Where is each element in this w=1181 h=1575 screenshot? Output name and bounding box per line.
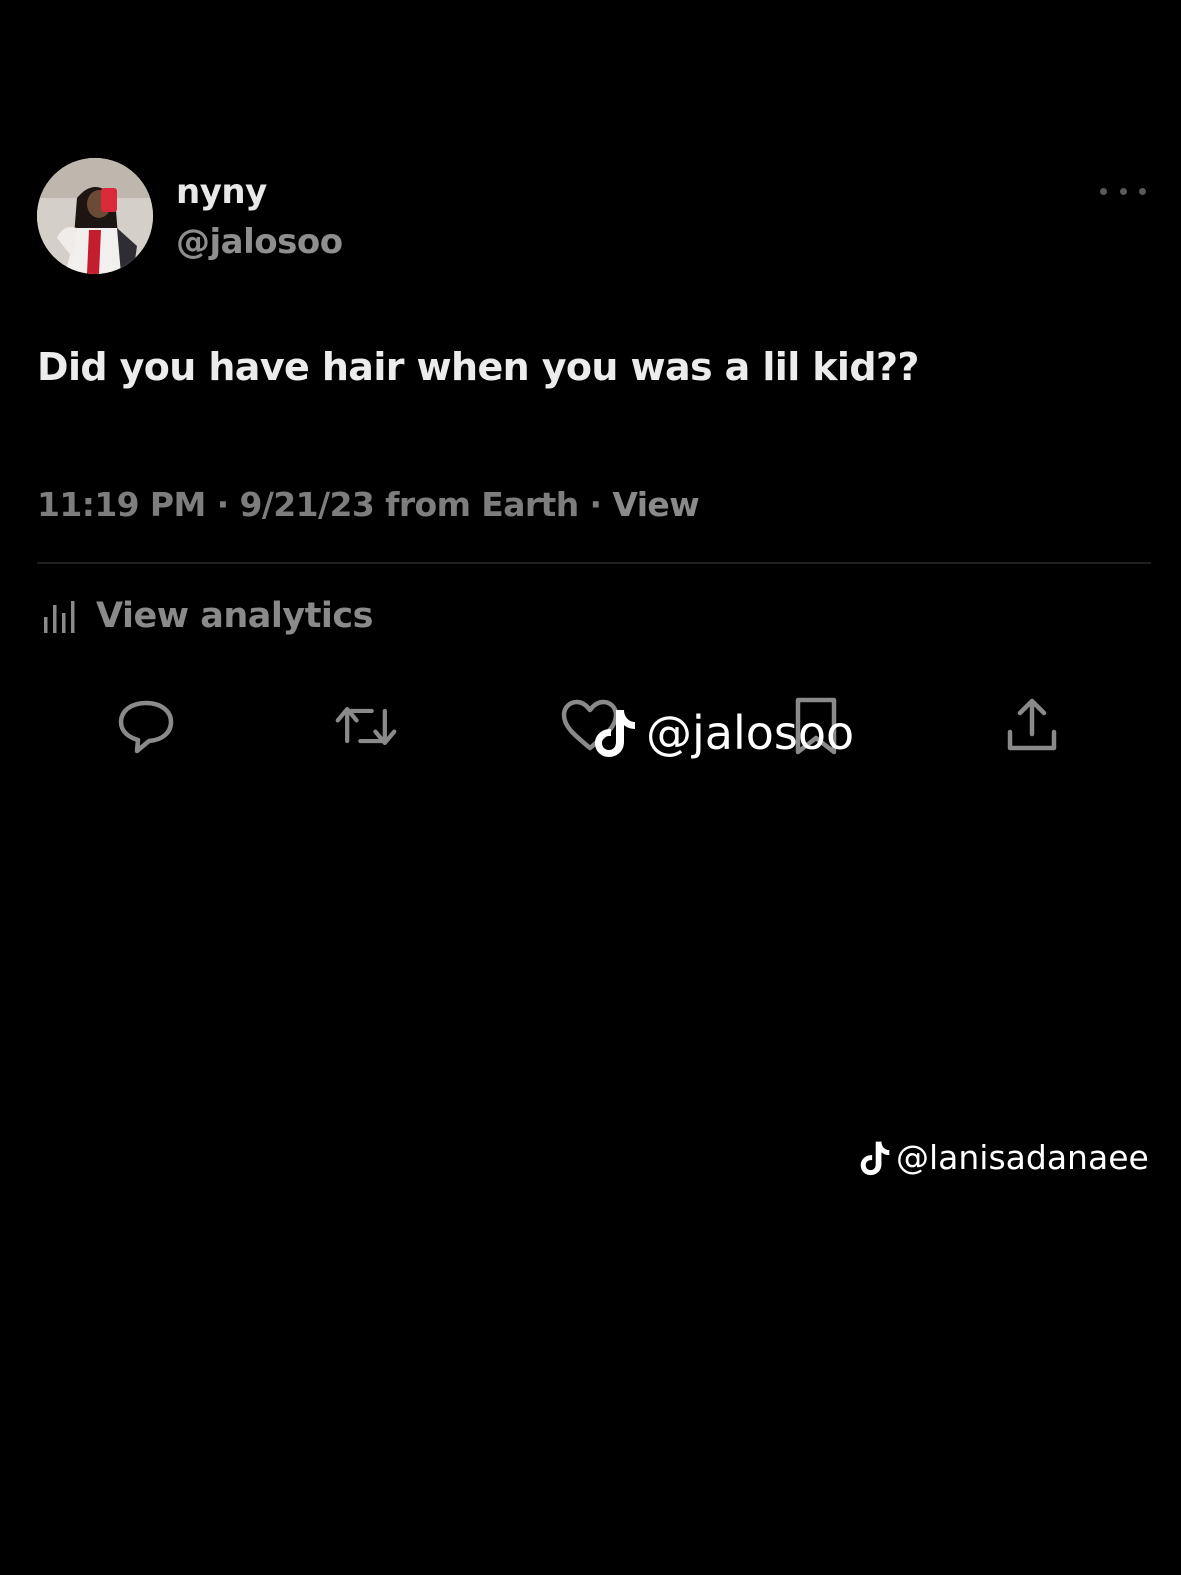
author-display-name[interactable]: nyny xyxy=(176,172,267,212)
analytics-bars-icon xyxy=(44,601,75,633)
reply-bubble-icon xyxy=(118,700,174,754)
more-dots-icon xyxy=(1100,187,1107,195)
watermark-center-handle: @jalosoo xyxy=(646,706,855,760)
tweet-time: 11:19 PM xyxy=(37,485,206,524)
reply-button[interactable] xyxy=(114,694,178,758)
share-button[interactable] xyxy=(1000,694,1064,758)
tiktok-logo-icon xyxy=(595,710,635,757)
retweet-icon xyxy=(335,706,397,746)
watermark-corner-handle: @lanisadanaee xyxy=(896,1138,1149,1177)
share-upload-icon xyxy=(1007,698,1057,751)
retweet-button[interactable] xyxy=(334,694,398,758)
avatar[interactable] xyxy=(37,158,153,274)
tiktok-logo-icon xyxy=(860,1141,890,1175)
tweet-text: Did you have hair when you was a lil kid… xyxy=(37,345,919,389)
view-analytics-link[interactable]: View analytics xyxy=(42,596,374,636)
more-options-button[interactable] xyxy=(1100,176,1146,206)
tweet-meta: 11:19 PM · 9/21/23 from Earth · View xyxy=(37,485,700,524)
view-analytics-label: View analytics xyxy=(96,596,374,636)
view-link[interactable]: View xyxy=(612,485,699,524)
tiktok-watermark-center: @jalosoo xyxy=(594,706,854,760)
tweet-source: from Earth xyxy=(385,485,579,524)
divider xyxy=(37,562,1151,564)
tiktok-watermark-corner: @lanisadanaee xyxy=(860,1138,1149,1177)
author-handle[interactable]: @jalosoo xyxy=(176,222,343,262)
tweet-date: 9/21/23 xyxy=(239,485,375,524)
avatar-photo xyxy=(37,158,153,274)
